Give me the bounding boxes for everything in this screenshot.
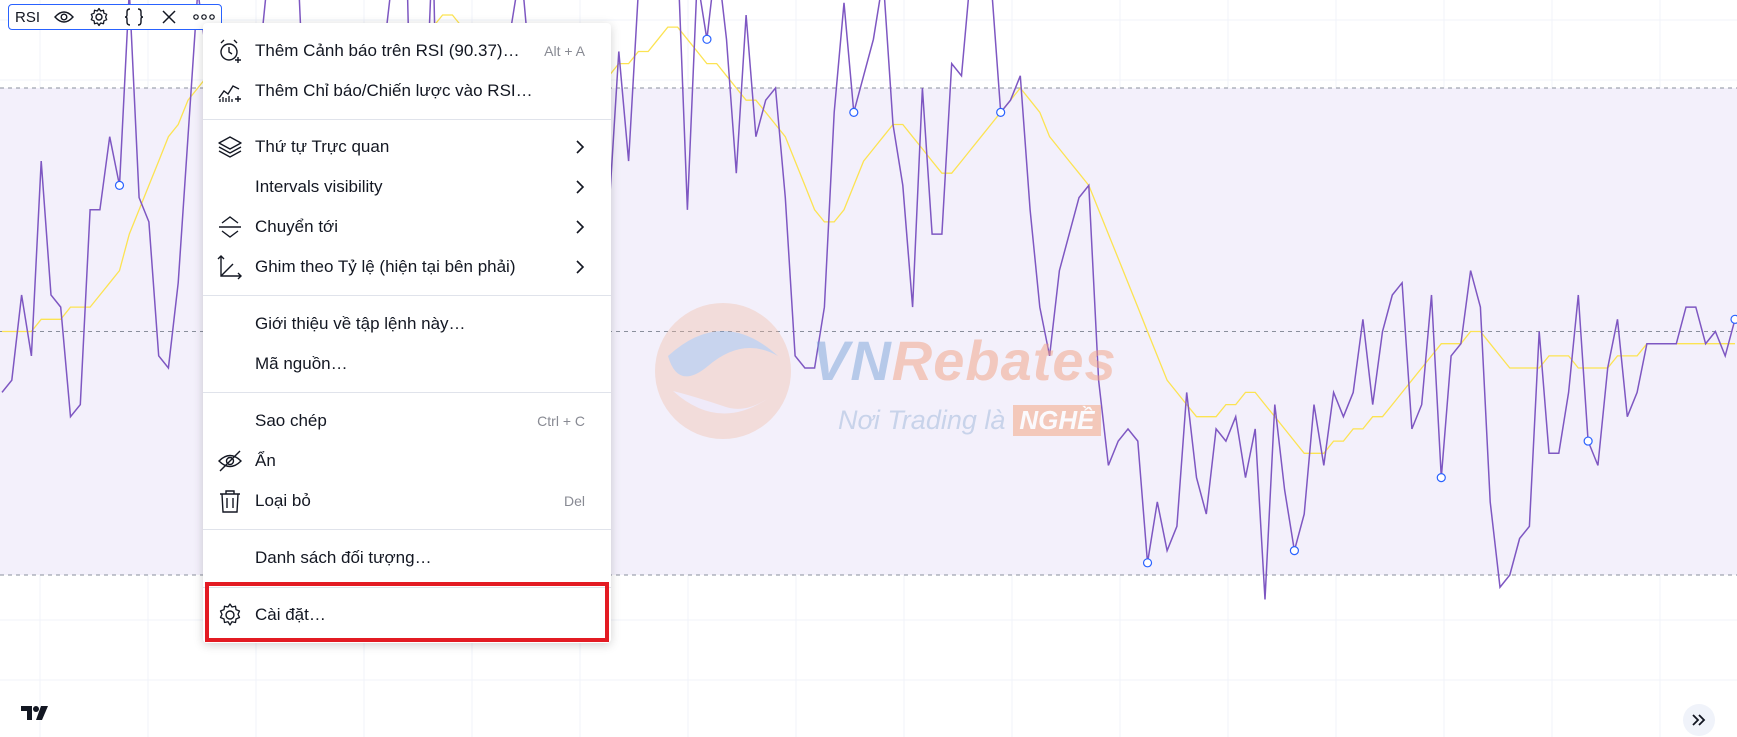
pin-scale-axes-icon — [217, 254, 243, 280]
menu-item-source-code[interactable]: Mã nguồn… — [203, 344, 611, 384]
chevron-right-icon — [573, 258, 587, 276]
chevron-right-icon — [573, 218, 587, 236]
menu-separator — [203, 392, 611, 393]
double-chevron-right-icon — [1692, 714, 1706, 726]
menu-separator — [203, 119, 611, 120]
menu-item-hide[interactable]: Ẩn — [203, 441, 611, 481]
line-handle — [849, 107, 859, 117]
line-handle — [114, 180, 125, 190]
line-handle — [1142, 558, 1153, 568]
context-menu: Thêm Cảnh báo trên RSI (90.37)… Alt + A … — [203, 23, 611, 643]
indicator-plus-icon — [217, 78, 243, 104]
menu-item-add-indicator[interactable]: Thêm Chỉ báo/Chiến lược vào RSI… — [203, 71, 611, 111]
line-handle — [1730, 314, 1737, 324]
visibility-eye-icon[interactable] — [50, 6, 77, 28]
menu-item-copy[interactable]: Sao chép Ctrl + C — [203, 401, 611, 441]
line-handle — [996, 107, 1006, 117]
line-handle — [1436, 473, 1446, 483]
settings-gear-icon[interactable] — [85, 6, 112, 28]
line-handle — [702, 34, 712, 44]
line-handle — [1583, 436, 1593, 446]
menu-item-move-to[interactable]: Chuyển tới — [203, 207, 611, 247]
alarm-clock-plus-icon — [217, 38, 243, 64]
line-handle — [1289, 546, 1300, 556]
menu-item-visual-order[interactable]: Thứ tự Trực quan — [203, 127, 611, 167]
watermark-logo-icon — [655, 303, 791, 439]
menu-item-object-tree[interactable]: Danh sách đối tượng… — [203, 538, 611, 578]
chevron-right-icon — [573, 138, 587, 156]
chevron-right-icon — [573, 178, 587, 196]
menu-item-add-alert[interactable]: Thêm Cảnh báo trên RSI (90.37)… Alt + A — [203, 31, 611, 71]
menu-separator — [203, 529, 611, 530]
layers-icon — [217, 134, 243, 160]
tradingview-logo-icon[interactable] — [20, 703, 50, 723]
menu-separator — [203, 295, 611, 296]
menu-item-remove[interactable]: Loại bỏ Del — [203, 481, 611, 521]
trash-icon — [217, 488, 243, 514]
eye-crossed-icon — [217, 448, 243, 474]
scroll-to-realtime-button[interactable] — [1683, 704, 1715, 736]
menu-item-intervals-visibility[interactable]: Intervals visibility — [203, 167, 611, 207]
settings-highlight-box — [205, 582, 609, 642]
indicator-name[interactable]: RSI — [13, 9, 42, 26]
watermark-title: VNRebates — [812, 329, 1117, 392]
source-code-icon[interactable] — [120, 6, 147, 28]
indicator-legend: RSI — [8, 4, 222, 30]
menu-item-pin-to-scale[interactable]: Ghim theo Tỷ lệ (hiện tại bên phải) — [203, 247, 611, 287]
watermark-subtitle: Nơi Trading là NGHỀ — [838, 405, 1101, 436]
menu-item-about-script[interactable]: Giới thiệu về tập lệnh này… — [203, 304, 611, 344]
move-pane-icon — [217, 214, 243, 240]
close-icon[interactable] — [155, 6, 182, 28]
